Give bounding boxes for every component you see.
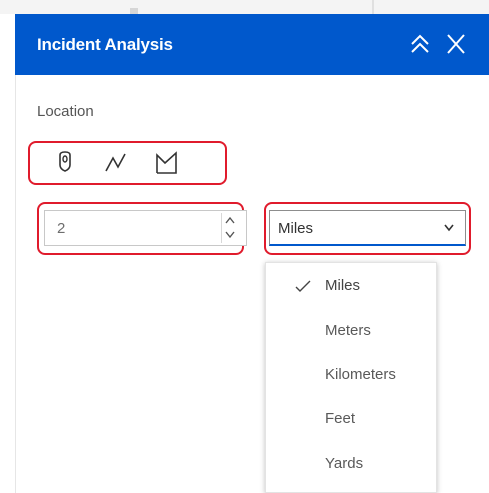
polygon-icon <box>156 151 177 174</box>
distance-input[interactable]: 2 <box>44 210 247 246</box>
polygon-tool-button[interactable] <box>153 149 181 177</box>
chevron-down-icon <box>225 231 235 239</box>
unit-option-label: Meters <box>325 322 371 339</box>
line-tool-button[interactable] <box>102 149 130 177</box>
polyline-icon <box>105 153 126 172</box>
unit-option-label: Yards <box>325 455 364 472</box>
unit-option-label: Feet <box>325 410 356 427</box>
unit-option-miles[interactable]: Miles <box>266 265 438 305</box>
unit-option-meters[interactable]: Meters <box>266 310 438 350</box>
unit-option-label: Miles <box>325 277 361 294</box>
unit-selected-value: Miles <box>278 220 314 237</box>
top-strip <box>0 0 489 14</box>
unit-select[interactable]: Miles <box>269 210 466 246</box>
double-chevron-up-icon <box>411 34 429 53</box>
point-tool-button[interactable] <box>51 149 79 177</box>
location-label: Location <box>37 103 94 120</box>
strip-divider <box>372 0 374 14</box>
collapse-button[interactable] <box>407 30 433 58</box>
unit-option-label: Kilometers <box>325 366 396 383</box>
close-button[interactable] <box>443 30 469 58</box>
decrement-button[interactable] <box>224 228 236 242</box>
unit-option-kilometers[interactable]: Kilometers <box>266 354 438 394</box>
distance-value[interactable]: 2 <box>57 220 65 237</box>
checkmark-icon <box>295 280 311 292</box>
panel-header: Incident Analysis <box>15 14 489 75</box>
unit-dropdown-menu: Miles Meters Kilometers Feet Yards <box>265 262 437 493</box>
unit-option-yards[interactable]: Yards <box>266 443 438 483</box>
chevron-down-icon <box>444 224 454 232</box>
unit-option-feet[interactable]: Feet <box>266 398 438 438</box>
distance-stepper[interactable] <box>221 213 238 243</box>
chevron-up-icon <box>225 216 235 224</box>
close-icon <box>447 34 465 54</box>
pin-icon <box>59 151 71 172</box>
panel-title: Incident Analysis <box>37 35 173 54</box>
increment-button[interactable] <box>224 213 236 227</box>
